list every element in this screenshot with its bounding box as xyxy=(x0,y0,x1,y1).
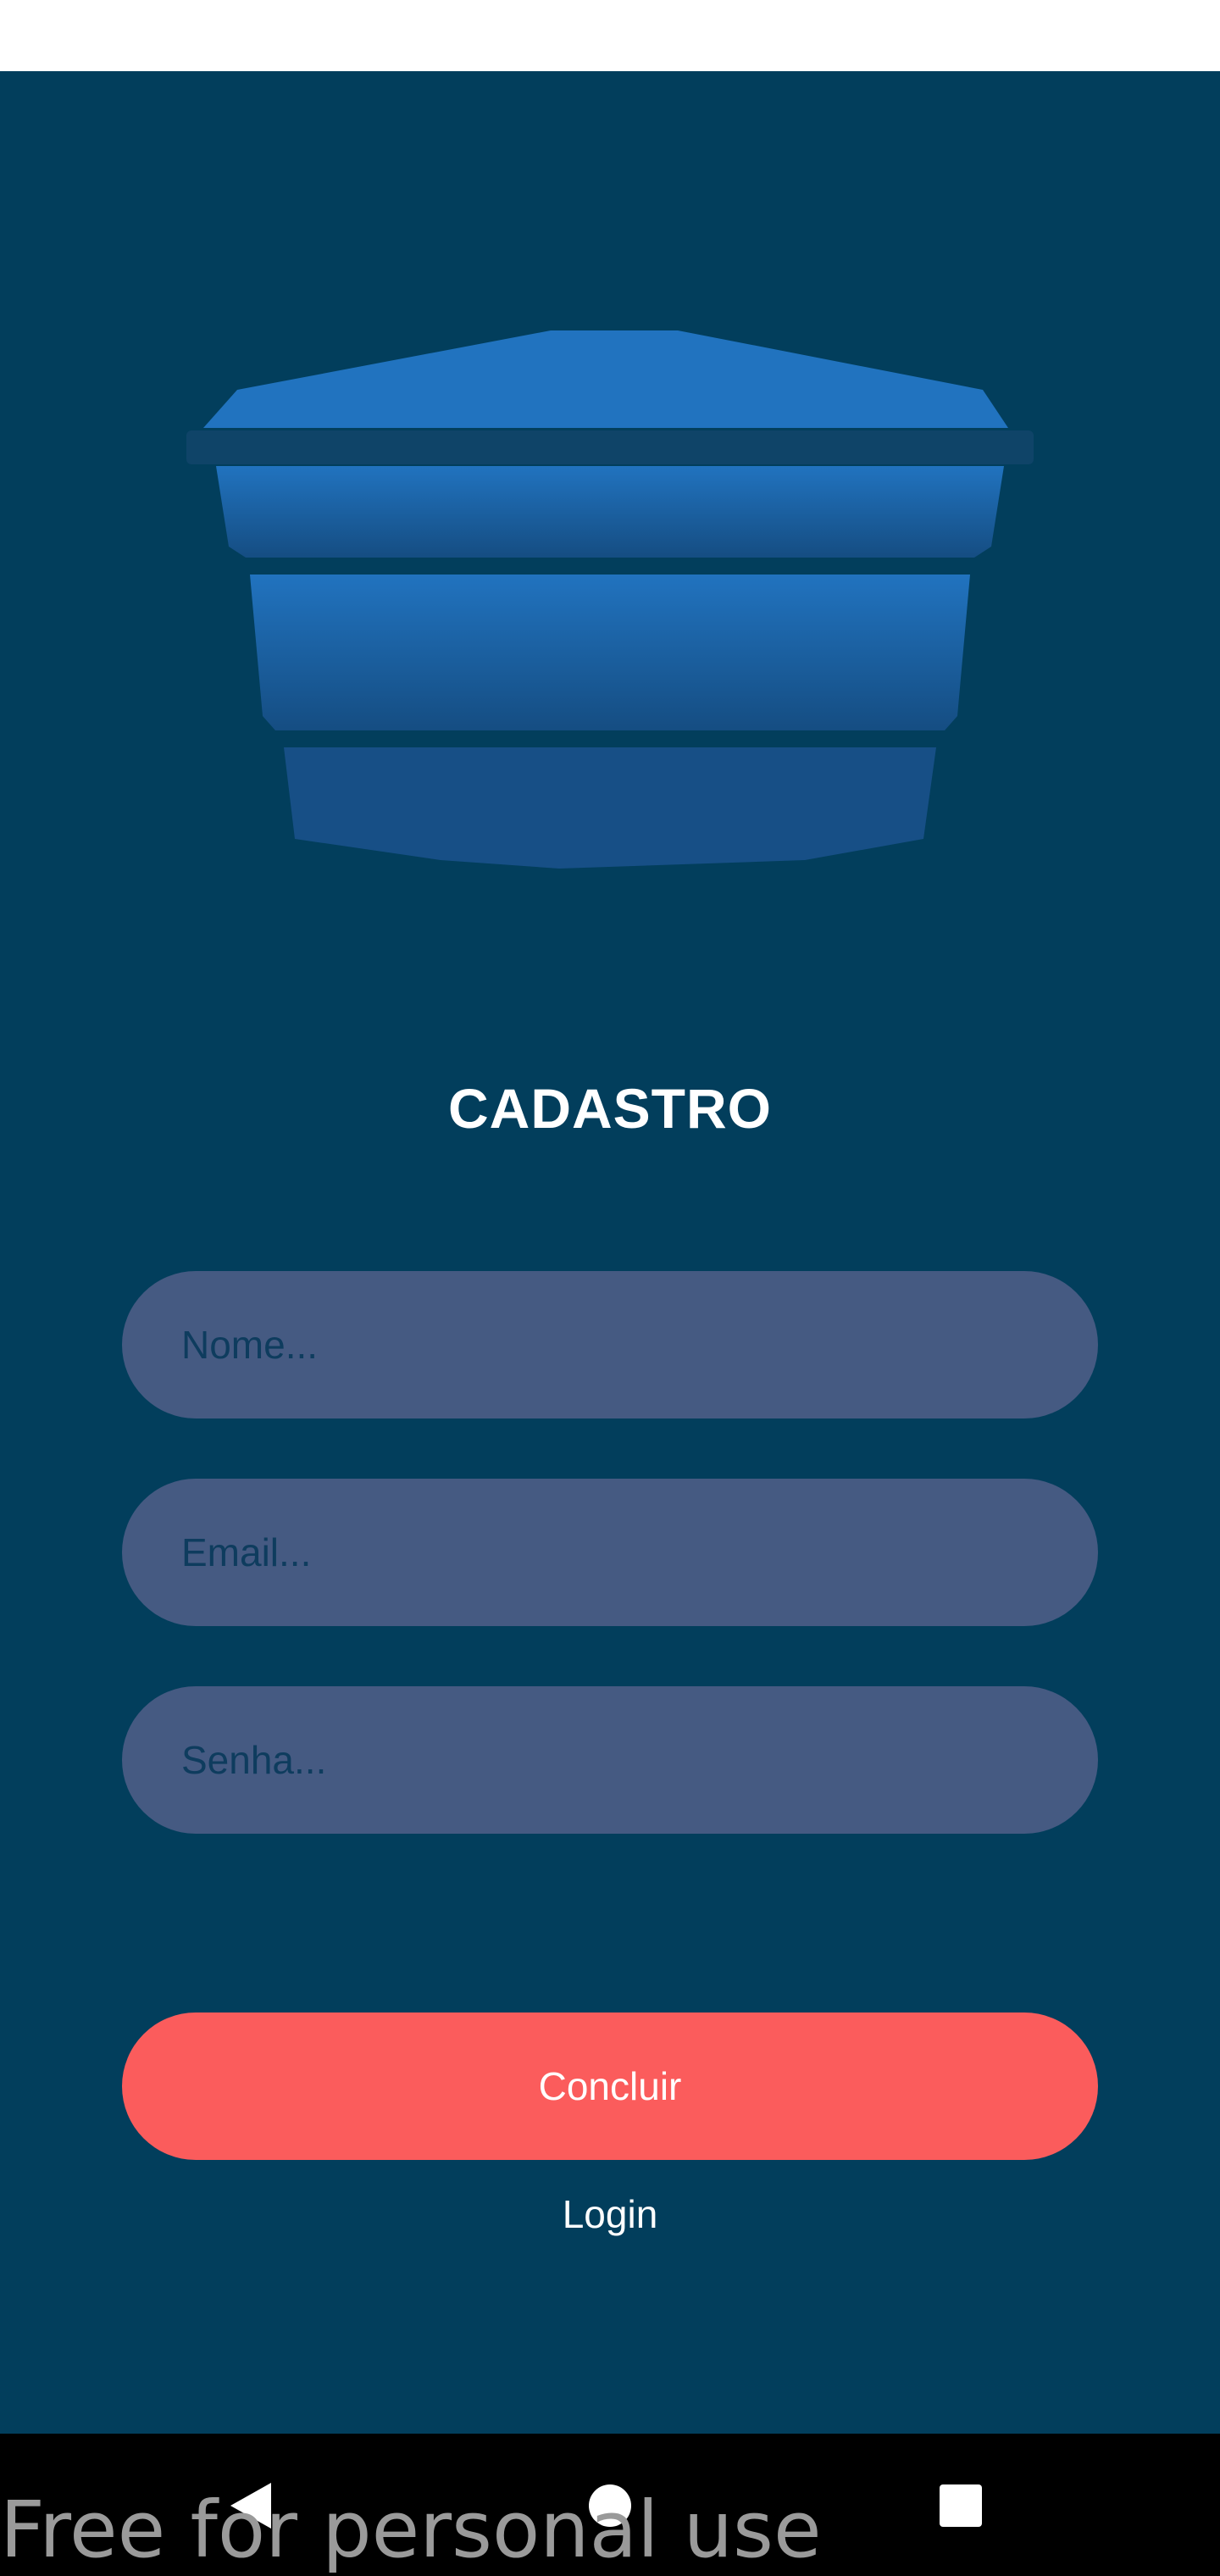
password-field[interactable] xyxy=(122,1686,1098,1834)
recents-square-icon[interactable] xyxy=(931,2476,990,2535)
email-input[interactable] xyxy=(181,1479,1098,1626)
login-link[interactable]: Login xyxy=(0,2191,1220,2237)
status-bar xyxy=(0,0,1220,71)
water-tank-icon xyxy=(186,330,1034,869)
submit-button[interactable]: Concluir xyxy=(122,2012,1098,2160)
name-input[interactable] xyxy=(181,1271,1098,1418)
email-field[interactable] xyxy=(122,1479,1098,1626)
page-title: CADASTRO xyxy=(448,1077,772,1140)
watermark-text: Free for personal use xyxy=(0,2484,822,2575)
password-input[interactable] xyxy=(181,1686,1098,1834)
name-field[interactable] xyxy=(122,1271,1098,1418)
